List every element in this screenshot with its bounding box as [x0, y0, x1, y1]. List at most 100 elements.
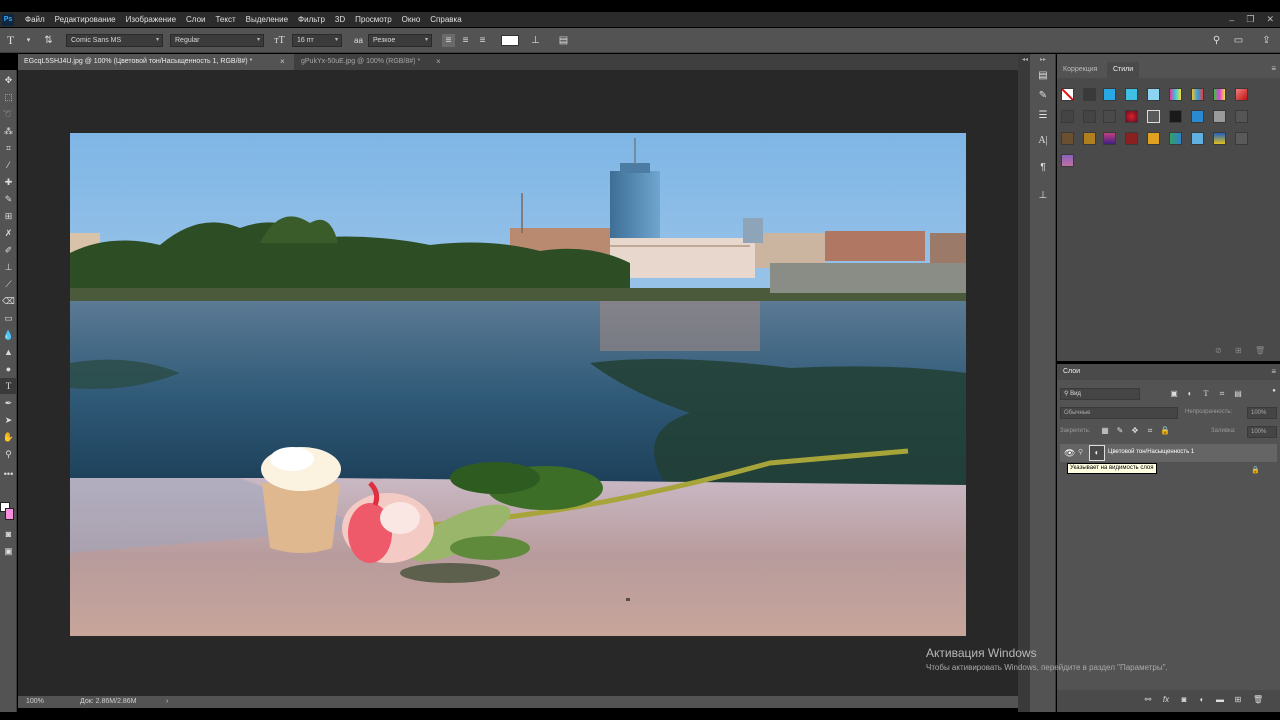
- style-swatch[interactable]: [1235, 132, 1248, 145]
- style-swatch[interactable]: [1191, 88, 1204, 101]
- search-icon[interactable]: ⚲: [1210, 34, 1223, 47]
- menu-window[interactable]: Окно: [397, 15, 426, 24]
- eyedropper-tool-icon[interactable]: ⁄: [0, 157, 17, 173]
- menu-select[interactable]: Выделение: [241, 15, 293, 24]
- antialias-select[interactable]: Резкое ▾: [368, 34, 432, 47]
- blend-mode-select[interactable]: Обычные: [1060, 407, 1178, 419]
- style-swatch[interactable]: [1169, 110, 1182, 123]
- art-brush-tool-icon[interactable]: ⟋: [0, 276, 17, 292]
- style-swatch[interactable]: [1103, 88, 1116, 101]
- style-swatch[interactable]: [1103, 132, 1116, 145]
- style-swatch[interactable]: [1235, 110, 1248, 123]
- style-swatch[interactable]: [1213, 88, 1226, 101]
- align-right-icon[interactable]: ≡: [476, 34, 489, 47]
- zoom-readout[interactable]: 100%: [26, 696, 44, 708]
- marquee-tool-icon[interactable]: ⬚: [0, 89, 17, 105]
- menu-image[interactable]: Изображение: [121, 15, 181, 24]
- close-icon[interactable]: ×: [280, 54, 285, 70]
- lock-artboard-icon[interactable]: ⌗: [1145, 426, 1155, 436]
- zoom-tool-icon[interactable]: ⚲: [0, 446, 17, 462]
- quick-mask-icon[interactable]: ◙: [0, 526, 17, 542]
- align-left-icon[interactable]: ≡: [442, 34, 455, 47]
- style-swatch[interactable]: [1103, 110, 1116, 123]
- visibility-eye-icon[interactable]: 👁: [1064, 448, 1075, 459]
- style-swatch[interactable]: [1083, 88, 1096, 101]
- link-layers-icon[interactable]: ⚯: [1143, 695, 1153, 705]
- font-style-select[interactable]: Regular ▾: [170, 34, 264, 47]
- filter-toggle-icon[interactable]: ●: [1269, 386, 1279, 396]
- menu-file[interactable]: Файл: [20, 15, 50, 24]
- layer-row[interactable]: 👁 ⚲ ◐ Цветовой тон/Насыщенность 1: [1060, 444, 1277, 462]
- tab-layers[interactable]: Слои: [1057, 364, 1087, 380]
- pen-tool-icon[interactable]: ✒: [0, 395, 17, 411]
- new-layer-icon[interactable]: ⊞: [1233, 695, 1243, 705]
- eraser-tool-icon[interactable]: ✐: [0, 242, 17, 258]
- panel-menu-icon[interactable]: ≡: [1271, 367, 1276, 376]
- fill-input[interactable]: 100%: [1247, 426, 1277, 438]
- style-swatch[interactable]: [1061, 110, 1074, 123]
- filter-smart-object-icon[interactable]: ▤: [1233, 389, 1243, 399]
- trash-icon[interactable]: 🗑: [1253, 695, 1263, 705]
- character-panel-icon[interactable]: ▤: [557, 34, 570, 47]
- style-swatch[interactable]: [1147, 132, 1160, 145]
- crop-tool-icon[interactable]: ⌗: [0, 140, 17, 156]
- menu-help[interactable]: Справка: [425, 15, 466, 24]
- lock-all-icon[interactable]: 🔒: [1160, 426, 1170, 436]
- type-tool-icon[interactable]: T: [4, 34, 17, 47]
- style-swatch[interactable]: [1125, 88, 1138, 101]
- align-center-icon[interactable]: ≡: [459, 34, 472, 47]
- style-swatch[interactable]: [1213, 132, 1226, 145]
- panel-menu-icon[interactable]: ≡: [1271, 64, 1276, 73]
- warp-text-icon[interactable]: ⊥: [529, 34, 542, 47]
- paragraph-panel-icon[interactable]: ¶: [1035, 160, 1051, 176]
- background-color-swatch[interactable]: [5, 508, 14, 520]
- layer-name[interactable]: Цветовой тон/Насыщенность 1: [1108, 449, 1194, 455]
- lock-position-icon[interactable]: ✥: [1130, 426, 1140, 436]
- brush-settings-icon[interactable]: ✎: [1035, 88, 1051, 104]
- share-icon[interactable]: ⇪: [1260, 34, 1273, 47]
- lock-transparency-icon[interactable]: ▦: [1100, 426, 1110, 436]
- hand-tool-icon[interactable]: ✋: [0, 429, 17, 445]
- style-swatch[interactable]: [1213, 110, 1226, 123]
- style-swatch[interactable]: [1125, 110, 1138, 123]
- minimize-button[interactable]: –: [1229, 15, 1234, 25]
- font-size-select[interactable]: 16 пт ▾: [292, 34, 342, 47]
- style-swatch[interactable]: [1061, 132, 1074, 145]
- style-swatch-none[interactable]: [1061, 88, 1074, 101]
- toggle-orientation-icon[interactable]: ⇅: [42, 34, 55, 47]
- filter-type-icon[interactable]: T: [1201, 389, 1211, 399]
- gradient-tool-icon[interactable]: ▭: [0, 310, 17, 326]
- lock-pixels-icon[interactable]: ✎: [1115, 426, 1125, 436]
- close-icon[interactable]: ×: [436, 54, 441, 70]
- tab-styles[interactable]: Стили: [1107, 62, 1140, 78]
- path-select-tool-icon[interactable]: ➤: [0, 412, 17, 428]
- brush-tool-icon[interactable]: ✎: [0, 191, 17, 207]
- style-swatch[interactable]: [1061, 154, 1074, 167]
- menu-edit[interactable]: Редактирование: [50, 15, 121, 24]
- adjustment-thumbnail-icon[interactable]: ◐: [1089, 445, 1105, 461]
- style-swatch[interactable]: [1083, 132, 1096, 145]
- add-mask-icon[interactable]: ◙: [1179, 695, 1189, 705]
- sharpen-tool-icon[interactable]: ▲: [0, 344, 17, 360]
- properties-panel-icon[interactable]: ☰: [1035, 108, 1051, 124]
- screen-mode-icon[interactable]: ▣: [0, 543, 17, 559]
- character-panel-icon[interactable]: A|: [1035, 133, 1051, 149]
- style-swatch[interactable]: [1125, 132, 1138, 145]
- healing-brush-tool-icon[interactable]: ✚: [0, 174, 17, 190]
- font-family-select[interactable]: Comic Sans MS ▾: [66, 34, 163, 47]
- more-tools-icon[interactable]: •••: [0, 466, 17, 482]
- stamp-tool-icon[interactable]: ⊥: [0, 259, 17, 275]
- tab-document-1[interactable]: EGcqL5SHJ4U.jpg @ 100% (Цветовой тон/Нас…: [18, 54, 294, 70]
- style-swatch[interactable]: [1147, 110, 1160, 123]
- style-swatch[interactable]: [1235, 88, 1248, 101]
- workspace-icon[interactable]: ▭: [1232, 34, 1245, 47]
- blur-tool-icon[interactable]: 💧: [0, 327, 17, 343]
- quick-select-tool-icon[interactable]: ⁂: [0, 123, 17, 139]
- expand-arrows-icon[interactable]: ▸▸: [1040, 56, 1046, 63]
- adjustment-layer-icon[interactable]: ◐: [1197, 695, 1207, 705]
- collapse-arrows-icon[interactable]: ◂◂: [1022, 56, 1028, 63]
- filter-shape-icon[interactable]: ⌗: [1217, 389, 1227, 399]
- style-swatch[interactable]: [1147, 88, 1160, 101]
- delete-style-icon[interactable]: ⊘: [1215, 346, 1222, 355]
- filter-pixel-icon[interactable]: ▣: [1169, 389, 1179, 399]
